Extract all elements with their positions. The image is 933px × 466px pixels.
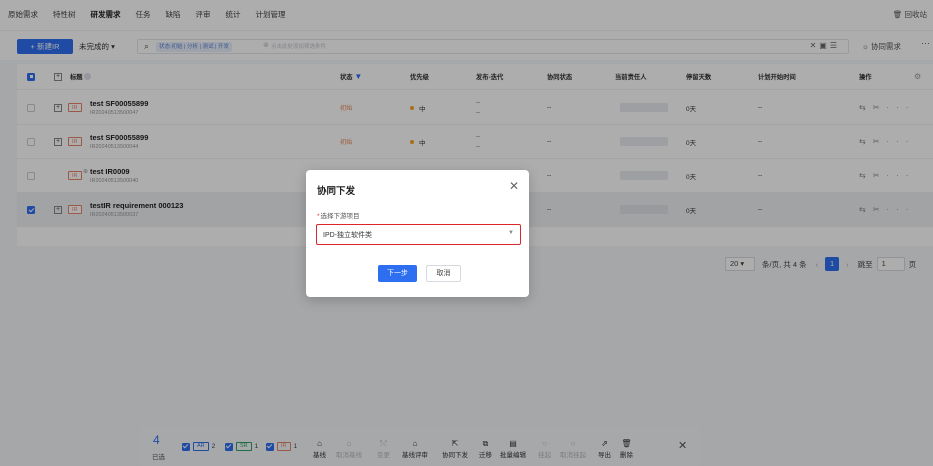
cancel-button[interactable]: 取消 [426, 265, 461, 282]
collab-dispatch-dialog: 协同下发 ✕ *选择下游项目 IPD-独立软件类 ▼ 下一步 取消 [306, 170, 529, 297]
chevron-down-icon: ▼ [508, 230, 514, 236]
selected-value: IPD-独立软件类 [323, 232, 372, 239]
downstream-project-select[interactable]: IPD-独立软件类 ▼ [316, 224, 521, 245]
dialog-title: 协同下发 [317, 186, 356, 197]
downstream-project-label: *选择下游项目 [317, 213, 360, 220]
next-button[interactable]: 下一步 [378, 265, 417, 282]
close-icon[interactable]: ✕ [509, 179, 519, 193]
